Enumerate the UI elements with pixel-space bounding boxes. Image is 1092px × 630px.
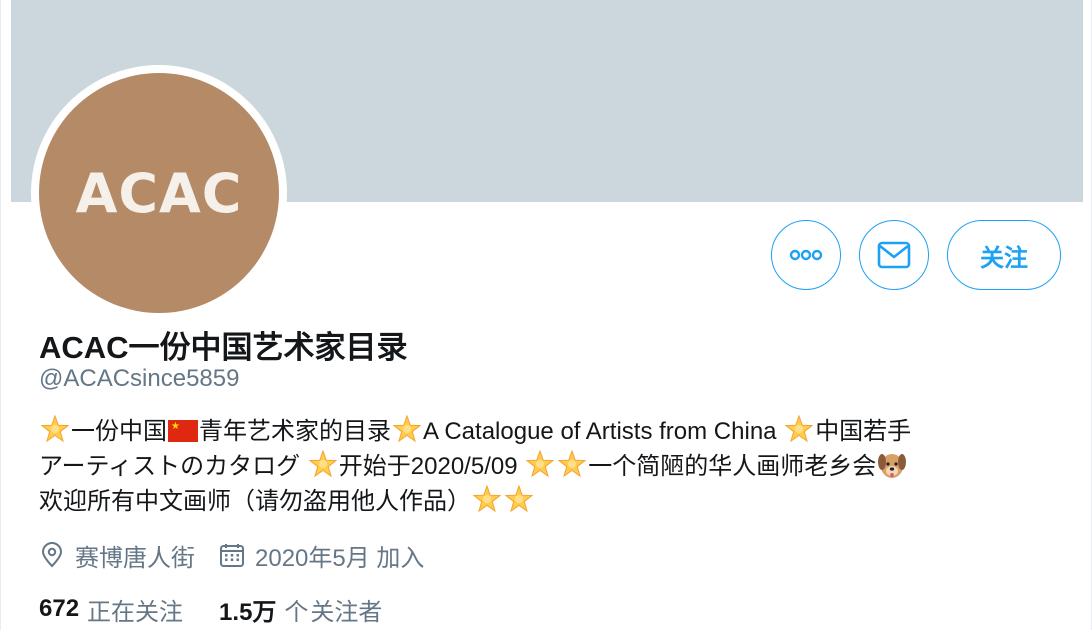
bio-text-2: 青年艺术家的目录 [199,418,391,445]
bio-text-5: アーティストのカタログ [39,453,307,480]
star-emoji-icon [525,450,555,480]
profile-meta: 赛博唐人街 2020年5月 加入 [39,538,424,572]
bio-text-7: 一个简陋的华人画师老乡会 [588,453,877,480]
follow-button[interactable]: 关注 [947,220,1061,290]
profile-header: ACAC 关注 ACAC一份中国艺术家目录 @ACACsince5859 一份中… [0,0,1092,630]
star-emoji-icon [308,450,338,480]
avatar-text: ACAC [75,161,243,225]
user-handle: @ACACsince5859 [39,365,240,392]
star-emoji-icon [557,450,587,480]
star-emoji-icon [392,415,422,445]
following-stat[interactable]: 672 正在关注 [39,592,183,627]
star-emoji-icon [784,415,814,445]
bio-text-1: 一份中国 [71,418,167,445]
more-dots-icon [789,249,823,261]
location-pin-icon [41,542,63,568]
followers-label: 关注者 [310,598,383,626]
avatar[interactable]: ACAC [39,73,279,313]
dog-face-icon [878,454,907,478]
star-emoji-icon [40,415,70,445]
followers-count: 1.5万 [219,598,277,626]
star-emoji-icon [504,485,534,515]
following-count: 672 [39,595,80,622]
star-emoji-icon [472,485,502,515]
calendar-icon [220,544,244,567]
location-text: 赛博唐人街 [75,544,195,572]
joined-date-text: 2020年5月 加入 [255,544,425,572]
bio-text-8: 欢迎所有中文画师（请勿盗用他人作品） [39,488,471,515]
china-flag-icon: ★ [168,420,198,442]
profile-bio: 一份中国 ★ 青年艺术家的目录 A Catalogue of Artists from… [39,414,1059,519]
following-label: 正在关注 [87,598,184,626]
bio-text-6: 开始于2020/5/09 [338,453,525,480]
followers-stat[interactable]: 1.5万 个 关注者 [219,592,382,627]
follow-stats: 672 正在关注 1.5万 个 关注者 [39,592,382,627]
bio-text-4: 中国若手 [815,418,912,445]
message-button[interactable] [859,220,929,290]
bio-text-3: A Catalogue of Artists from China [423,418,784,445]
more-options-button[interactable] [771,220,841,290]
followers-prefix: 个 [284,598,309,626]
envelope-icon [877,241,911,269]
follow-button-label: 关注 [980,244,1028,272]
display-name: ACAC一份中国艺术家目录 [39,330,408,365]
